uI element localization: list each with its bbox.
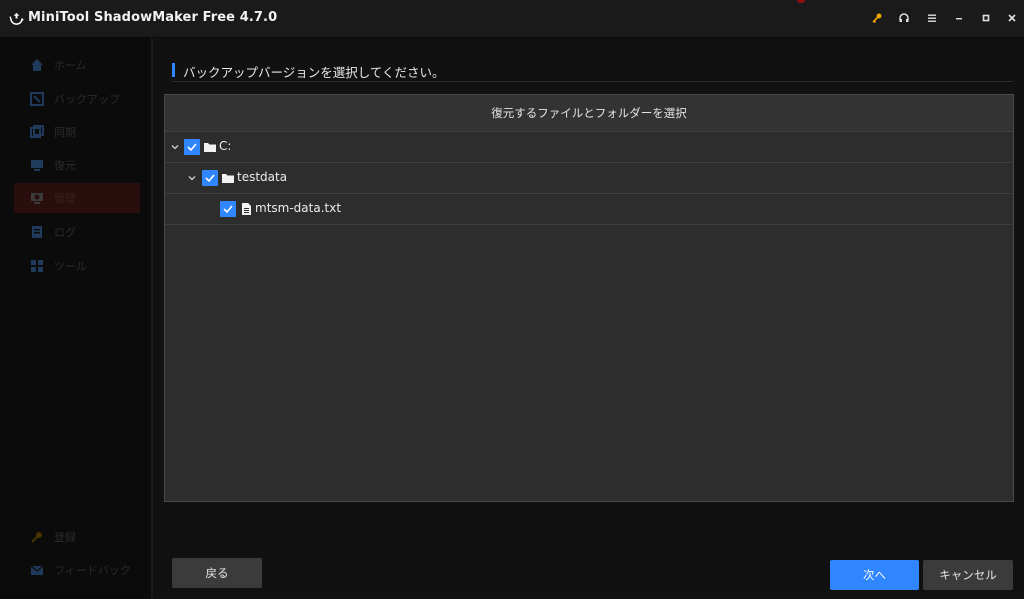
app-title: MiniTool ShadowMaker Free 4.7.0 (28, 10, 278, 25)
sidebar-item-tools[interactable]: ツール (14, 251, 140, 281)
checkmark-icon (223, 205, 233, 214)
register-key-button[interactable] (867, 9, 887, 27)
sidebar-item-label: ホーム (54, 59, 87, 72)
sidebar-item-backup[interactable]: バックアップ (14, 84, 140, 114)
checkmark-icon (187, 143, 197, 152)
maximize-button[interactable] (976, 9, 996, 27)
app-logo-icon (9, 12, 24, 25)
tree-checkbox[interactable] (184, 139, 200, 155)
tree-checkbox[interactable] (202, 170, 218, 186)
key-icon (872, 13, 882, 24)
sidebar-item-label: 管理 (54, 192, 76, 205)
headset-icon (899, 13, 909, 22)
restore-icon (30, 158, 44, 172)
sidebar-item-home[interactable]: ホーム (14, 50, 140, 80)
tree-row-label: C: (219, 139, 232, 153)
tree-row-file-mtsm-data[interactable]: mtsm-data.txt (165, 194, 1013, 225)
tree-row-label: mtsm-data.txt (255, 201, 342, 215)
panel-title: 復元するファイルとフォルダーを選択 (491, 106, 687, 120)
minimize-button[interactable] (949, 9, 969, 27)
maximize-icon (982, 14, 990, 22)
page-header: バックアップバージョンを選択してください。 (172, 61, 1013, 82)
title-accent-bar (172, 63, 175, 77)
cancel-button[interactable]: キャンセル (923, 560, 1013, 590)
sidebar-item-register[interactable]: 登録 (14, 522, 140, 552)
tree-row-folder-testdata[interactable]: testdata (165, 163, 1013, 194)
notification-dot (797, 0, 805, 3)
sidebar-item-restore[interactable]: 復元 (14, 150, 140, 180)
sidebar-item-log[interactable]: ログ (14, 217, 140, 247)
menu-icon (928, 14, 936, 22)
main-content: バックアップバージョンを選択してください。 復元するファイルとフォルダーを選択 … (155, 38, 1024, 599)
close-button[interactable] (1002, 9, 1022, 27)
back-button[interactable]: 戻る (172, 558, 262, 588)
sidebar-item-label: 同期 (54, 126, 76, 139)
home-icon (30, 58, 44, 72)
tools-icon (30, 259, 44, 273)
sidebar-item-label: 復元 (54, 159, 76, 172)
file-selection-panel: 復元するファイルとフォルダーを選択 C: testdata mtsm-data.… (164, 94, 1014, 502)
folder-icon (204, 143, 216, 152)
sidebar-item-sync[interactable]: 同期 (14, 117, 140, 147)
panel-header: 復元するファイルとフォルダーを選択 (165, 95, 1013, 132)
support-button[interactable] (894, 9, 914, 27)
tree-row-drive-c[interactable]: C: (165, 132, 1013, 163)
sidebar-item-feedback[interactable]: フィードバック (14, 555, 140, 585)
file-icon (242, 203, 251, 215)
sidebar-item-label: フィードバック (54, 564, 131, 577)
backup-icon (30, 92, 44, 106)
menu-button[interactable] (922, 9, 942, 27)
page-title: バックアップバージョンを選択してください。 (183, 65, 445, 80)
key-icon (30, 530, 44, 544)
sidebar: ホーム バックアップ 同期 復元 管理 ログ ツール 登録 フィードバック (0, 38, 153, 599)
minimize-icon (956, 18, 962, 20)
tree-row-label: testdata (237, 170, 288, 184)
sync-icon (30, 125, 44, 139)
sidebar-item-label: 登録 (54, 531, 76, 544)
sidebar-item-label: ツール (54, 260, 87, 273)
mail-icon (30, 563, 44, 577)
tree-checkbox[interactable] (220, 201, 236, 217)
close-icon (1008, 14, 1016, 22)
next-button[interactable]: 次へ (830, 560, 919, 590)
manage-icon (30, 191, 44, 205)
folder-icon (222, 174, 234, 183)
chevron-down-icon[interactable] (170, 142, 180, 152)
log-icon (30, 225, 44, 239)
sidebar-item-manage[interactable]: 管理 (14, 183, 140, 213)
title-bar: MiniTool ShadowMaker Free 4.7.0 (0, 0, 1024, 38)
sidebar-item-label: バックアップ (54, 93, 120, 106)
sidebar-item-label: ログ (54, 226, 76, 239)
chevron-down-icon[interactable] (187, 173, 197, 183)
checkmark-icon (205, 174, 215, 183)
